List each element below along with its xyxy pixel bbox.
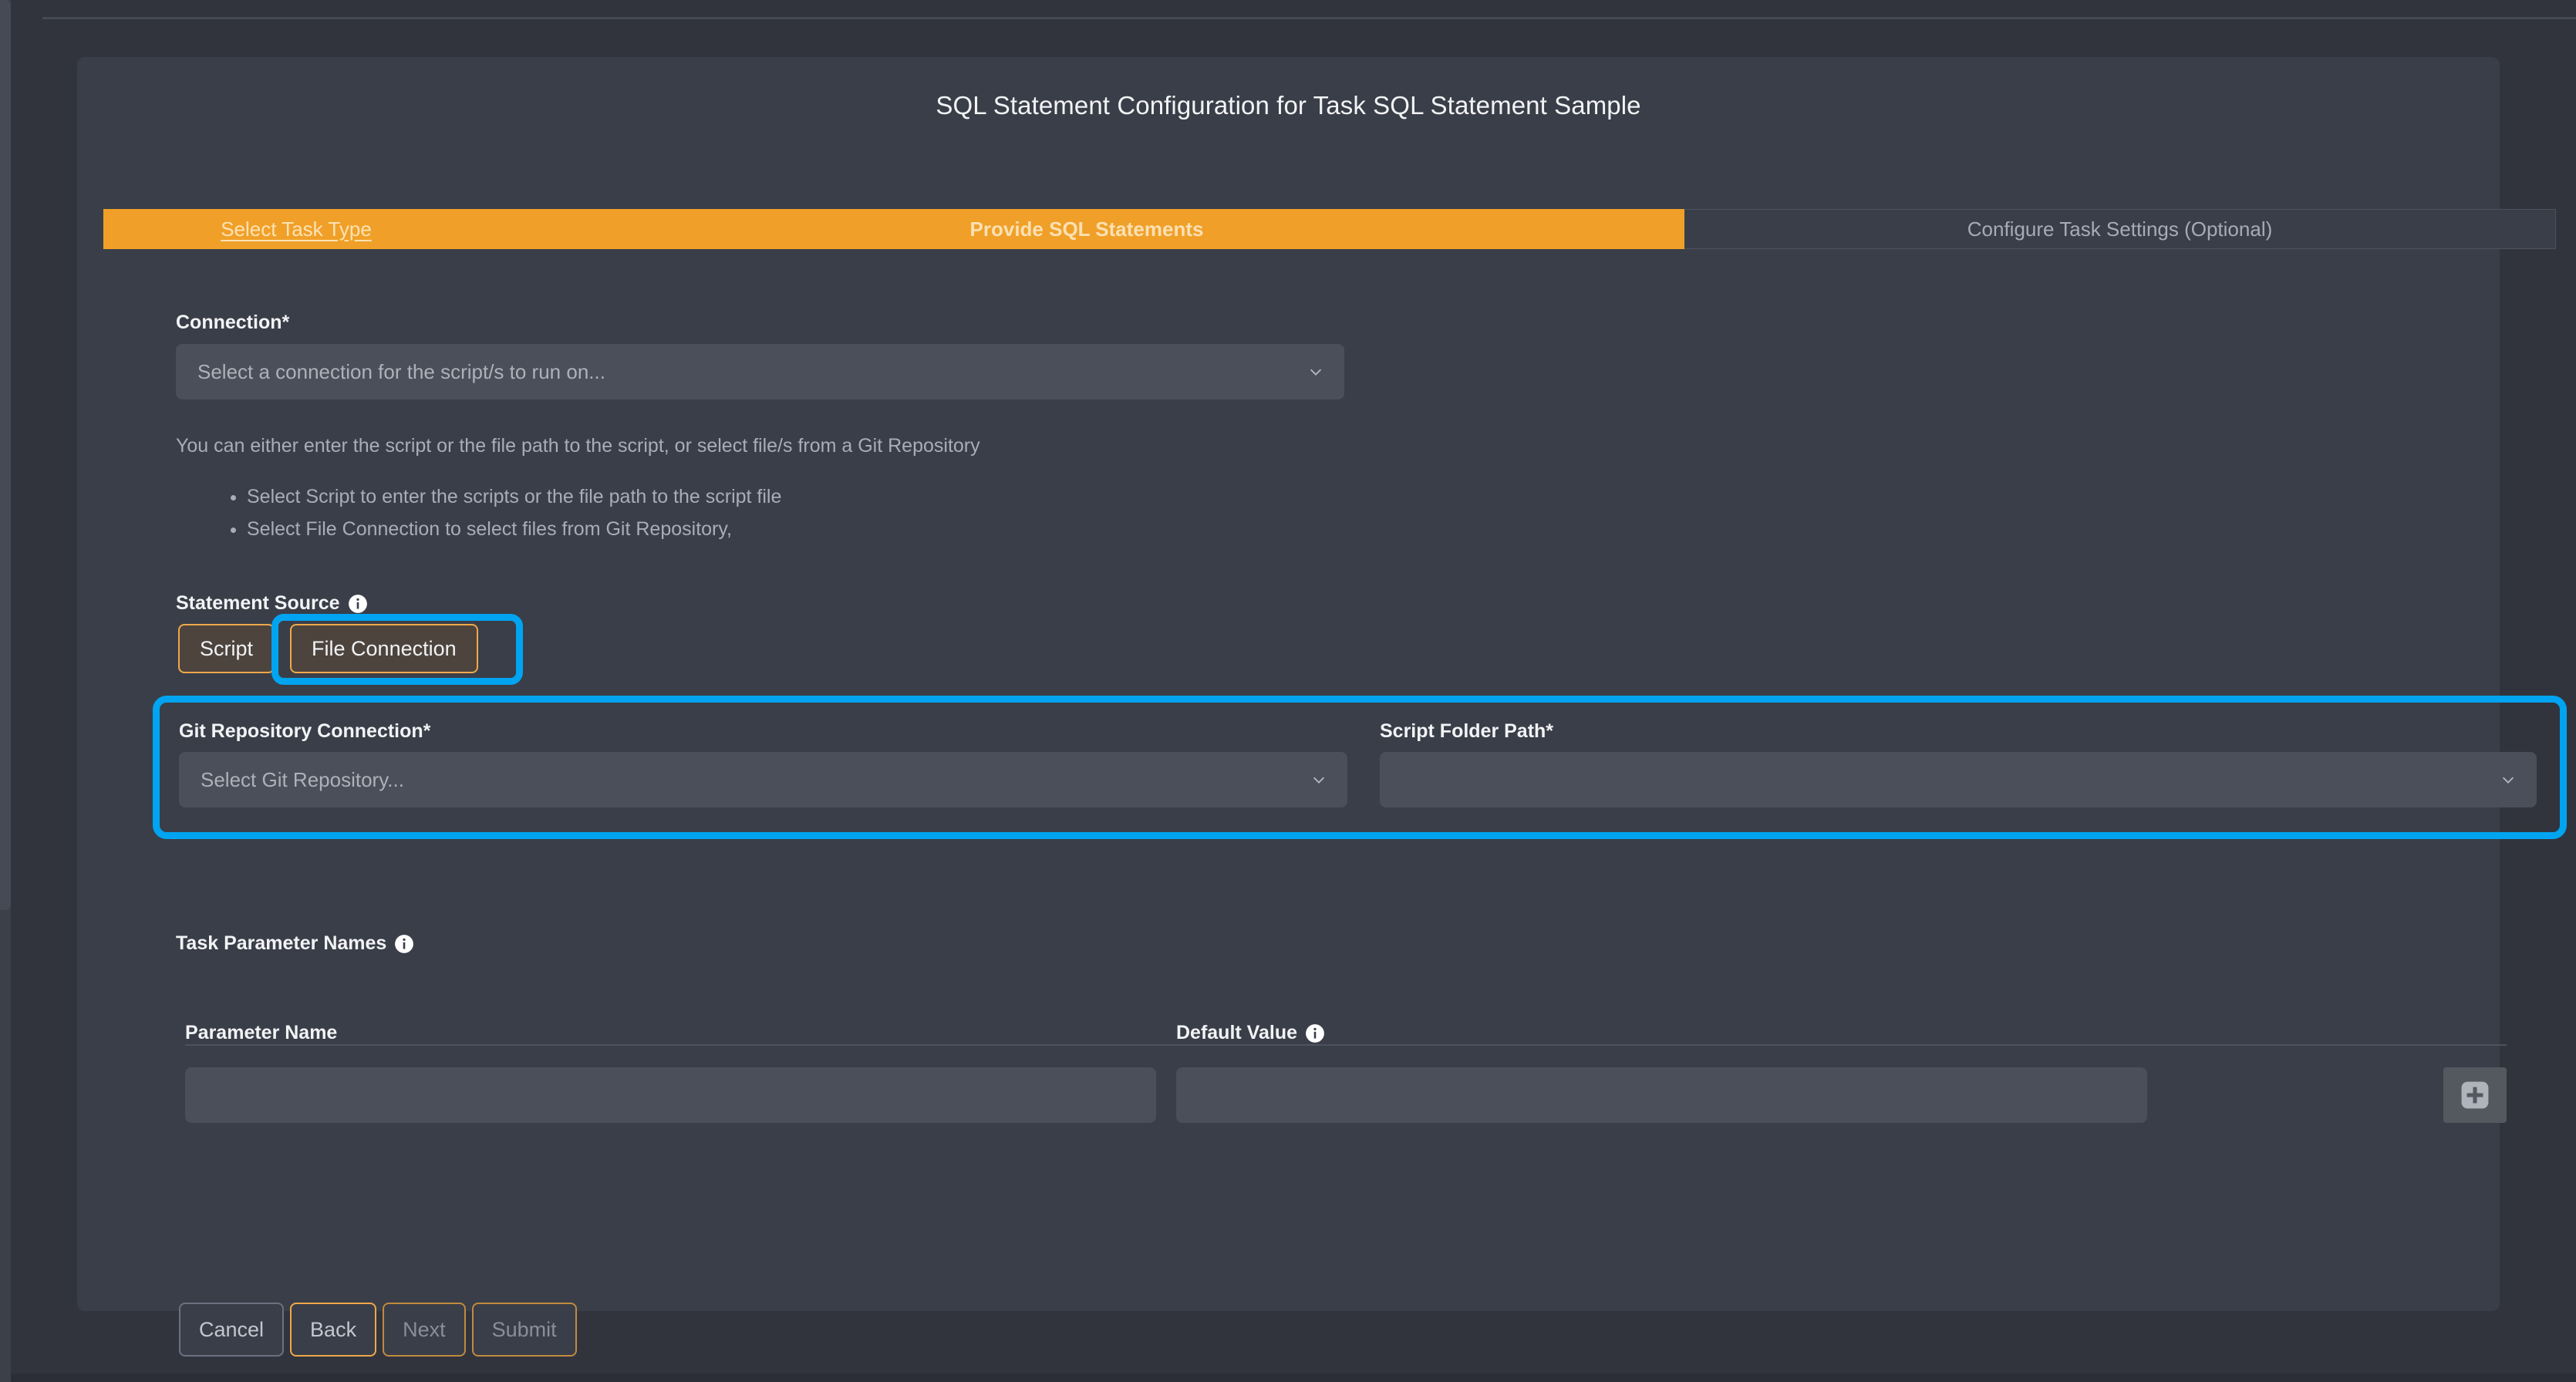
info-icon[interactable] bbox=[1305, 1023, 1325, 1043]
step-label: Provide SQL Statements bbox=[969, 217, 1204, 241]
submit-button-label: Submit bbox=[491, 1317, 557, 1341]
connection-label-text: Connection* bbox=[176, 312, 290, 333]
info-icon[interactable] bbox=[348, 594, 368, 614]
step-label: Select Task Type bbox=[221, 217, 372, 241]
wizard-stepper: Select Task Type Provide SQL Statements … bbox=[103, 209, 2556, 249]
toggle-label: File Connection bbox=[312, 636, 457, 660]
statement-source-option-script[interactable]: Script bbox=[178, 624, 275, 673]
git-repository-connection-select[interactable]: Select Git Repository... bbox=[179, 752, 1347, 807]
step-configure-task-settings[interactable]: Configure Task Settings (Optional) bbox=[1684, 209, 2556, 249]
next-button: Next bbox=[383, 1303, 466, 1357]
plus-icon bbox=[2460, 1080, 2490, 1110]
connection-label: Connection* bbox=[176, 312, 289, 334]
statement-source-toggle-group: Script File Connection bbox=[178, 624, 478, 673]
top-divider bbox=[42, 17, 2576, 19]
git-repository-section: Git Repository Connection* Select Git Re… bbox=[153, 696, 2567, 839]
next-button-label: Next bbox=[403, 1317, 446, 1341]
chevron-down-icon bbox=[1310, 771, 1327, 788]
column-header-text: Default Value bbox=[1176, 1022, 1297, 1043]
footer-actions: Cancel Back Next Submit bbox=[179, 1303, 577, 1357]
git-repository-connection-value: Select Git Repository... bbox=[201, 767, 404, 791]
git-repository-connection-label-text: Git Repository Connection* bbox=[179, 720, 431, 742]
statement-source-label-text: Statement Source bbox=[176, 592, 340, 614]
table-row bbox=[185, 1046, 2507, 1123]
configuration-panel: SQL Statement Configuration for Task SQL… bbox=[77, 57, 2567, 1357]
cancel-button-label: Cancel bbox=[199, 1317, 265, 1341]
left-scrollbar-track[interactable] bbox=[0, 0, 11, 1382]
git-repository-connection-label: Git Repository Connection* bbox=[179, 720, 430, 743]
script-folder-path-label: Script Folder Path* bbox=[1380, 720, 1553, 743]
left-scrollbar-thumb[interactable] bbox=[0, 0, 11, 910]
statement-source-label: Statement Source bbox=[176, 592, 368, 615]
script-folder-path-select[interactable] bbox=[1380, 752, 2537, 807]
page-title: SQL Statement Configuration for Task SQL… bbox=[936, 91, 1641, 120]
column-header-default-value: Default Value bbox=[1176, 1022, 2507, 1044]
info-icon[interactable] bbox=[394, 934, 414, 954]
back-button[interactable]: Back bbox=[290, 1303, 377, 1357]
step-label: Configure Task Settings (Optional) bbox=[1967, 217, 2273, 241]
toggle-label: Script bbox=[200, 636, 254, 660]
bottom-divider bbox=[11, 1374, 2576, 1382]
helper-bullet-list: Select Script to enter the scripts or th… bbox=[176, 480, 1718, 547]
task-parameter-names-label: Task Parameter Names bbox=[176, 932, 414, 955]
column-header-text: Parameter Name bbox=[185, 1022, 338, 1043]
task-parameter-names-label-text: Task Parameter Names bbox=[176, 932, 387, 954]
chevron-down-icon bbox=[1307, 363, 1324, 380]
parameter-name-input[interactable] bbox=[185, 1067, 1156, 1123]
step-select-task-type[interactable]: Select Task Type bbox=[103, 209, 489, 249]
chevron-down-icon bbox=[2500, 771, 2517, 788]
helper-intro-text: You can either enter the script or the f… bbox=[176, 435, 980, 457]
table-header-row: Parameter Name Default Value bbox=[185, 1006, 2507, 1046]
script-folder-path-label-text: Script Folder Path* bbox=[1380, 720, 1554, 742]
helper-bullet-item: Select File Connection to select files f… bbox=[247, 515, 1718, 544]
submit-button: Submit bbox=[471, 1303, 577, 1357]
connection-select-value: Select a connection for the script/s to … bbox=[197, 359, 605, 383]
back-button-label: Back bbox=[310, 1317, 357, 1341]
task-parameters-table: Parameter Name Default Value bbox=[185, 1006, 2507, 1123]
default-value-input[interactable] bbox=[1176, 1067, 2147, 1123]
add-parameter-button[interactable] bbox=[2443, 1067, 2507, 1123]
connection-select[interactable]: Select a connection for the script/s to … bbox=[176, 344, 1344, 399]
column-header-parameter-name: Parameter Name bbox=[185, 1022, 1176, 1044]
helper-bullet-item: Select Script to enter the scripts or th… bbox=[247, 483, 1718, 512]
step-provide-sql-statements[interactable]: Provide SQL Statements bbox=[489, 209, 1684, 249]
cancel-button[interactable]: Cancel bbox=[179, 1303, 285, 1357]
app-root: SQL Statement Configuration for Task SQL… bbox=[0, 0, 2576, 1382]
statement-source-option-file-connection[interactable]: File Connection bbox=[290, 624, 478, 673]
